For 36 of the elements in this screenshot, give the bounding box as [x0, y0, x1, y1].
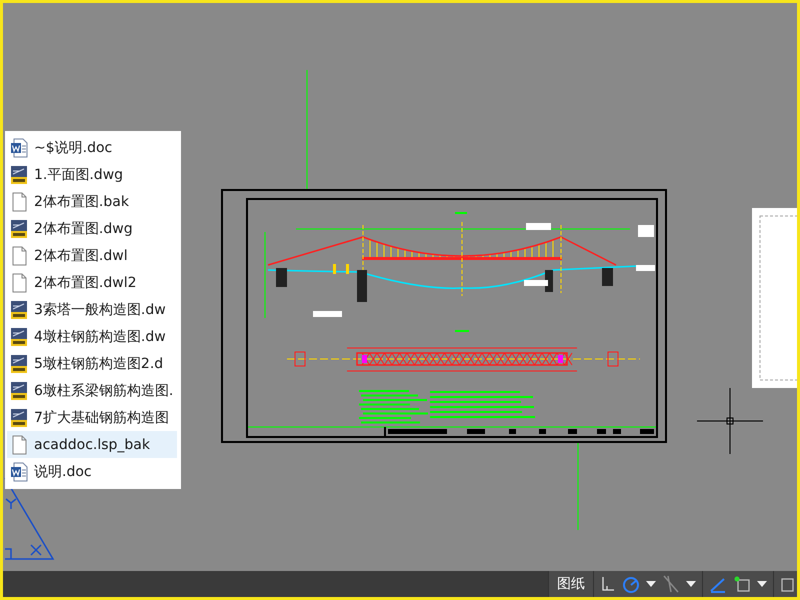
word-document-icon — [10, 462, 28, 482]
cad-file-icon — [10, 326, 28, 346]
file-item[interactable]: 4墩柱钢筋构造图.dw — [7, 323, 178, 350]
square-snap-icon[interactable] — [733, 575, 751, 593]
cad-file-icon — [10, 300, 28, 320]
file-item[interactable]: 2体布置图.dwl2 — [7, 269, 178, 296]
blank-file-icon — [10, 192, 28, 212]
layer-icon[interactable] — [780, 576, 794, 592]
file-item[interactable]: 3索塔一般构造图.dw — [7, 296, 178, 323]
isodraft-icon[interactable] — [662, 575, 680, 593]
cad-file-icon — [10, 354, 28, 374]
file-item[interactable]: 1.平面图.dwg — [7, 161, 178, 188]
cad-file-icon — [10, 218, 28, 238]
file-item[interactable]: 5墩柱钢筋构造图2.d — [7, 350, 178, 377]
file-item[interactable]: ~$说明.doc — [7, 134, 178, 161]
file-item[interactable]: acaddoc.lsp_bak — [7, 431, 178, 458]
ortho-mode-icon[interactable] — [600, 576, 616, 592]
blank-file-icon — [10, 272, 28, 292]
blank-file-icon — [10, 434, 28, 454]
crosshair-cursor-icon — [696, 388, 764, 454]
blank-file-icon — [10, 246, 28, 266]
cad-file-icon — [10, 408, 28, 428]
ucs-icon — [4, 477, 54, 560]
word-document-icon — [10, 138, 28, 158]
caret-icon[interactable] — [757, 581, 767, 587]
file-item[interactable]: 说明.doc — [7, 458, 178, 485]
file-item[interactable]: 2体布置图.bak — [7, 188, 178, 215]
file-item[interactable]: 6墩柱系梁钢筋构造图. — [7, 377, 178, 404]
file-item[interactable]: 7扩大基础钢筋构造图 — [7, 404, 178, 431]
caret-icon[interactable] — [686, 581, 696, 587]
caret-icon[interactable] — [646, 581, 656, 587]
file-item[interactable]: 2体布置图.dwg — [7, 215, 178, 242]
cad-file-icon — [10, 380, 28, 400]
file-item[interactable]: 2体布置图.dwl — [7, 242, 178, 269]
cad-file-icon — [10, 164, 28, 184]
polar-tracking-icon[interactable] — [622, 575, 640, 593]
